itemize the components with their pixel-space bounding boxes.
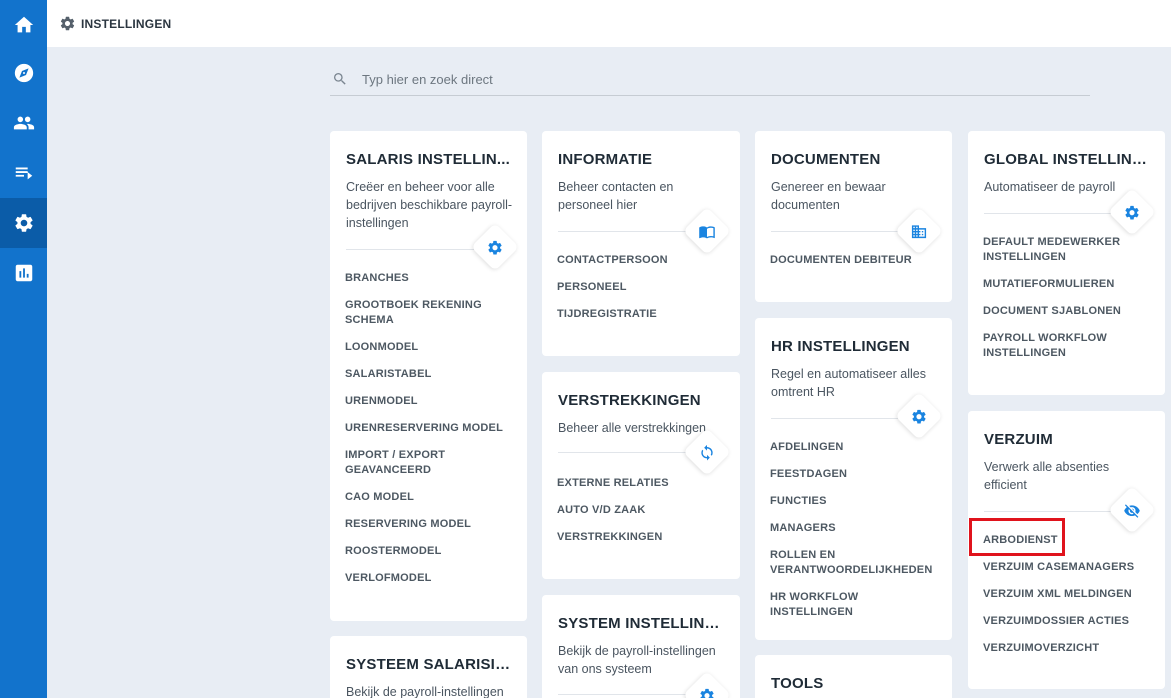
- card-badge: [894, 206, 944, 256]
- link-auto-vd-zaak[interactable]: AUTO V/D ZAAK: [557, 503, 722, 518]
- link-cao-model[interactable]: CAO MODEL: [345, 490, 510, 505]
- link-mutatieformulieren[interactable]: MUTATIEFORMULIEREN: [983, 277, 1123, 292]
- link-verzuimdossier-acties[interactable]: VERZUIMDOSSIER ACTIES: [983, 614, 1148, 629]
- card-description: Beheer contacten en personeel hier: [558, 180, 674, 212]
- card-title[interactable]: INFORMATIE: [558, 151, 728, 168]
- card-informatie: INFORMATIE Beheer contacten en personeel…: [542, 131, 740, 356]
- topbar: INSTELLINGEN: [47, 0, 1171, 47]
- card-title[interactable]: SYSTEEM SALARISIN...: [346, 656, 516, 673]
- card-system-instellingen: SYSTEM INSTELLING... Bekijk de payroll-i…: [542, 595, 740, 698]
- card-description: Creëer en beheer voor alle bedrijven bes…: [346, 180, 513, 230]
- link-default-medewerker-instellingen[interactable]: DEFAULT MEDEWERKER INSTELLINGEN: [983, 235, 1123, 265]
- book-icon: [699, 225, 715, 238]
- card-documenten: DOCUMENTEN Genereer en bewaar documenten…: [755, 131, 952, 302]
- link-tijdregistratie[interactable]: TIJDREGISTRATIE: [557, 307, 722, 322]
- card-title[interactable]: GLOBAL INSTELLING...: [984, 151, 1154, 168]
- link-urenreservering-model[interactable]: URENRESERVERING MODEL: [345, 421, 510, 436]
- card-link-list: BRANCHES GROOTBOEK REKENING SCHEMA LOONM…: [345, 271, 510, 598]
- nav-explore[interactable]: [0, 48, 47, 98]
- card-badge: [682, 206, 732, 256]
- card-description: Bekijk de payroll-instellingen: [346, 685, 504, 698]
- search-input[interactable]: [362, 71, 1062, 87]
- card-title[interactable]: HR INSTELLINGEN: [771, 338, 941, 355]
- card-title[interactable]: VERSTREKKINGEN: [558, 392, 728, 409]
- home-icon: [14, 16, 33, 33]
- link-verzuim-casemanagers[interactable]: VERZUIM CASEMANAGERS: [983, 560, 1148, 575]
- card-title[interactable]: VERZUIM: [984, 431, 1154, 448]
- link-import-export-geavanceerd[interactable]: IMPORT / EXPORT GEAVANCEERD: [345, 448, 455, 478]
- card-title[interactable]: TOOLS: [771, 675, 941, 692]
- nav-settings[interactable]: [0, 198, 47, 248]
- link-loonmodel[interactable]: LOONMODEL: [345, 340, 510, 355]
- link-payroll-workflow-instellingen[interactable]: PAYROLL WORKFLOW INSTELLINGEN: [983, 331, 1123, 361]
- link-contactpersoon[interactable]: CONTACTPERSOON: [557, 253, 722, 268]
- sidebar: [0, 0, 47, 698]
- link-salaristabel[interactable]: SALARISTABEL: [345, 367, 510, 382]
- card-salaris-instellingen: SALARIS INSTELLIN... Creëer en beheer vo…: [330, 131, 527, 621]
- gear-icon: [488, 240, 502, 254]
- page-title: INSTELLINGEN: [81, 16, 172, 31]
- card-description: Verwerk alle absenties efficient: [984, 460, 1110, 492]
- nav-reports[interactable]: [0, 248, 47, 298]
- card-link-list: DOCUMENTEN DEBITEUR: [770, 253, 935, 280]
- card-global-instellingen: GLOBAL INSTELLING... Automatiseer de pay…: [968, 131, 1165, 395]
- link-rollen-en-verantwoordelijkheden[interactable]: ROLLEN EN VERANTWOORDELIJKHEDEN: [770, 548, 940, 578]
- link-hr-workflow-instellingen[interactable]: HR WORKFLOW INSTELLINGEN: [770, 590, 940, 620]
- link-feestdagen[interactable]: FEESTDAGEN: [770, 467, 940, 482]
- card-systeem-salaris: SYSTEEM SALARISIN... Bekijk de payroll-i…: [330, 636, 527, 698]
- bar-chart-icon: [15, 264, 32, 282]
- card-title[interactable]: SYSTEM INSTELLING...: [558, 615, 728, 632]
- eye-off-icon: [1124, 503, 1140, 518]
- link-personeel[interactable]: PERSONEEL: [557, 280, 722, 295]
- link-document-sjablonen[interactable]: DOCUMENT SJABLONEN: [983, 304, 1123, 319]
- search-icon: [334, 73, 346, 85]
- link-reservering-model[interactable]: RESERVERING MODEL: [345, 517, 510, 532]
- card-link-list: CONTACTPERSOON PERSONEEL TIJDREGISTRATIE: [557, 253, 722, 334]
- card-title[interactable]: DOCUMENTEN: [771, 151, 941, 168]
- link-verzuimoverzicht[interactable]: VERZUIMOVERZICHT: [983, 641, 1148, 656]
- card-title[interactable]: SALARIS INSTELLIN...: [346, 151, 516, 168]
- gear-icon: [912, 409, 926, 423]
- gear-icon: [14, 214, 33, 232]
- link-functies[interactable]: FUNCTIES: [770, 494, 940, 509]
- link-grootboek-rekening-schema[interactable]: GROOTBOEK REKENING SCHEMA: [345, 298, 510, 328]
- people-icon: [13, 116, 34, 130]
- gear-icon: [1125, 205, 1139, 219]
- gear-icon: [60, 16, 75, 31]
- link-urenmodel[interactable]: URENMODEL: [345, 394, 510, 409]
- link-verstrekkingen[interactable]: VERSTREKKINGEN: [557, 530, 722, 545]
- card-hr-instellingen: HR INSTELLINGEN Regel en automatiseer al…: [755, 318, 952, 640]
- card-verstrekkingen: VERSTREKKINGEN Beheer alle verstrekkinge…: [542, 372, 740, 579]
- sync-icon: [701, 444, 713, 460]
- link-verzuim-xml-meldingen[interactable]: VERZUIM XML MELDINGEN: [983, 587, 1148, 602]
- card-link-list: EXTERNE RELATIES AUTO V/D ZAAK VERSTREKK…: [557, 476, 722, 557]
- building-icon: [911, 224, 927, 238]
- link-verlofmodel[interactable]: VERLOFMODEL: [345, 571, 510, 586]
- compass-icon: [14, 63, 33, 83]
- link-afdelingen[interactable]: AFDELINGEN: [770, 440, 940, 455]
- link-roostermodel[interactable]: ROOSTERMODEL: [345, 544, 510, 559]
- gear-icon: [700, 688, 714, 698]
- link-branches[interactable]: BRANCHES: [345, 271, 510, 286]
- nav-home[interactable]: [0, 0, 47, 50]
- card-link-list: AFDELINGEN FEESTDAGEN FUNCTIES MANAGERS …: [770, 440, 940, 632]
- link-managers[interactable]: MANAGERS: [770, 521, 940, 536]
- nav-list[interactable]: [0, 148, 47, 198]
- nav-people[interactable]: [0, 98, 47, 148]
- search-bar: [330, 63, 1090, 96]
- playlist-icon: [15, 167, 32, 180]
- highlight-box: [969, 518, 1065, 556]
- link-externe-relaties[interactable]: EXTERNE RELATIES: [557, 476, 722, 491]
- card-tools: TOOLS: [755, 655, 952, 698]
- link-documenten-debiteur[interactable]: DOCUMENTEN DEBITEUR: [770, 253, 935, 268]
- card-link-list: DEFAULT MEDEWERKER INSTELLINGEN MUTATIEF…: [983, 235, 1123, 373]
- card-description: Genereer en bewaar documenten: [771, 180, 886, 212]
